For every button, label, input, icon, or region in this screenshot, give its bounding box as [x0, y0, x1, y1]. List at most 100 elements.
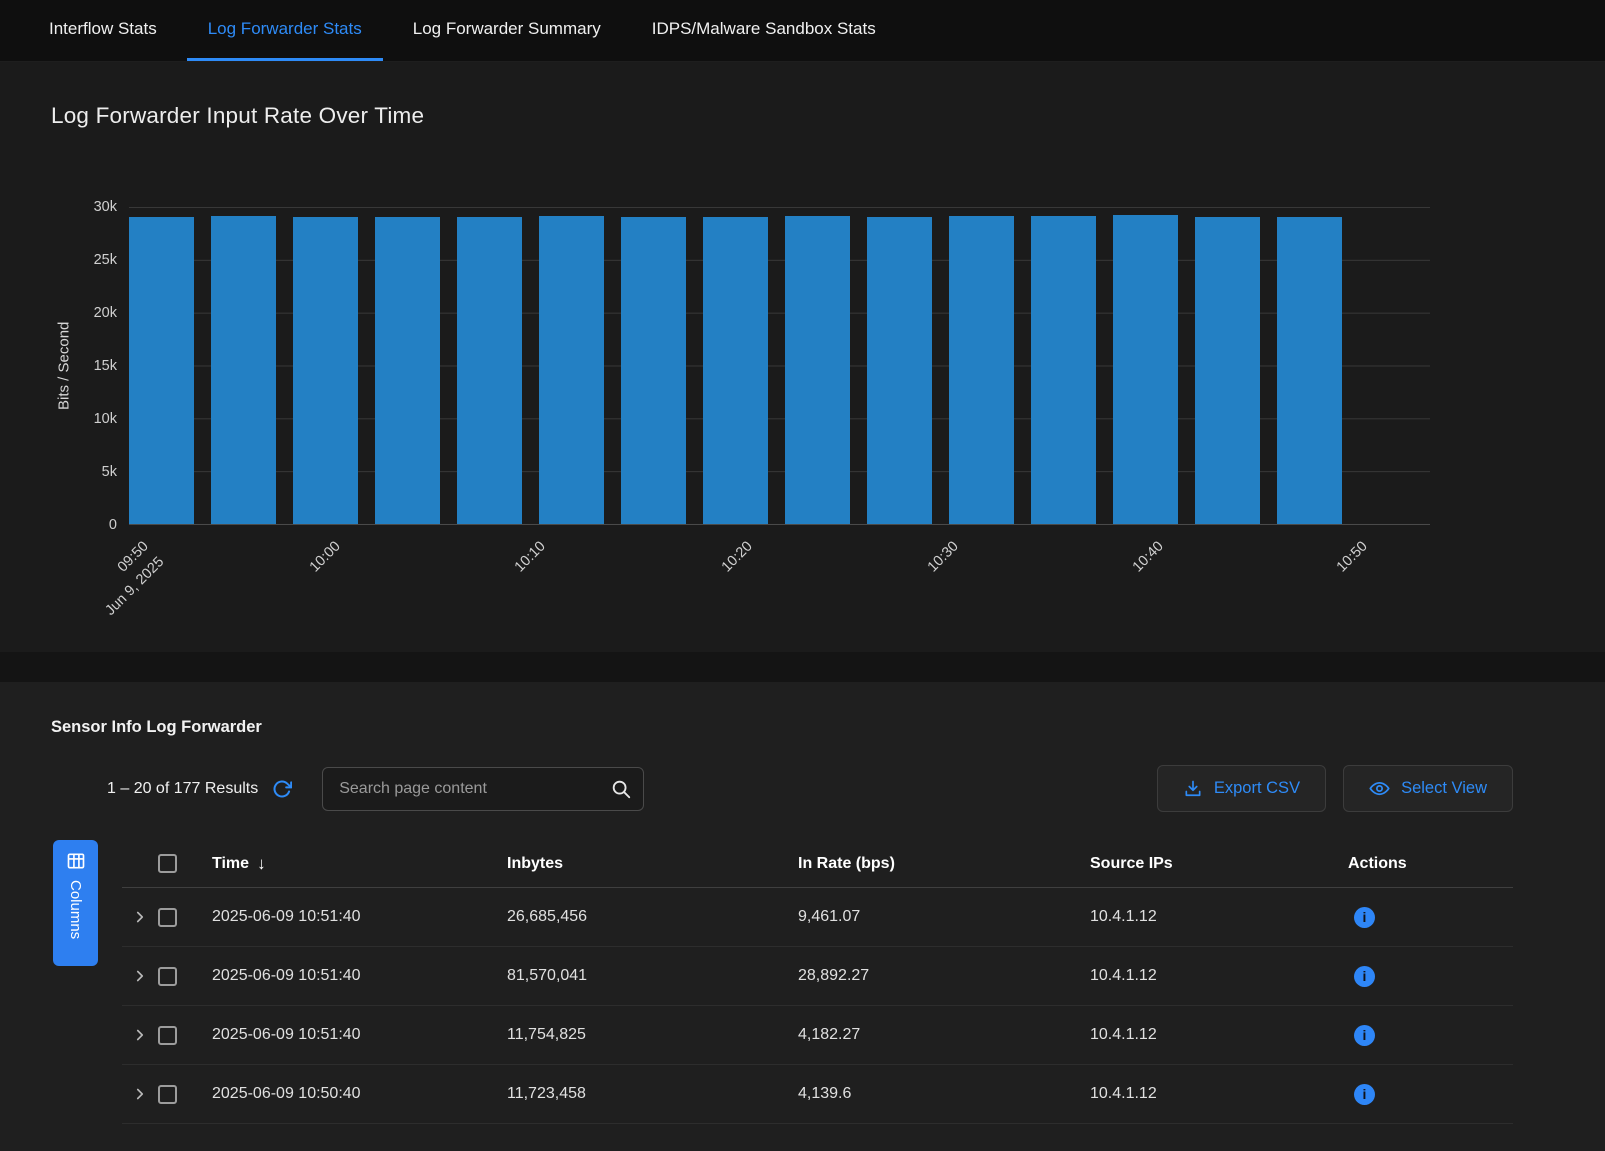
cell-source-ips: 10.4.1.12 — [1090, 967, 1348, 985]
table-row: 2025-06-09 10:51:40 81,570,041 28,892.27… — [122, 947, 1513, 1006]
bar — [867, 217, 932, 524]
info-icon[interactable] — [1354, 1084, 1375, 1105]
y-tick-label: 0 — [109, 517, 117, 533]
cell-in-rate: 9,461.07 — [798, 908, 1090, 926]
tab-log-forwarder-summary[interactable]: Log Forwarder Summary — [392, 0, 622, 61]
row-checkbox[interactable] — [158, 908, 177, 927]
bar — [293, 217, 358, 524]
cell-time: 2025-06-09 10:51:40 — [212, 967, 507, 985]
x-tick-label: 10:50 — [1252, 537, 1373, 652]
search-icon[interactable] — [610, 778, 632, 800]
table-row: 2025-06-09 10:51:40 26,685,456 9,461.07 … — [122, 888, 1513, 947]
cell-in-rate: 4,139.6 — [798, 1085, 1090, 1103]
plot-column: 09:50 Jun 9, 202510:0010:1010:2010:3010:… — [129, 207, 1430, 652]
table-row: 2025-06-09 10:50:40 11,723,458 4,139.6 1… — [122, 1065, 1513, 1124]
expand-chevron-icon[interactable] — [122, 908, 158, 926]
sensor-info-panel: Sensor Info Log Forwarder 1 – 20 of 177 … — [0, 682, 1605, 1151]
header-in-rate[interactable]: In Rate (bps) — [798, 855, 1090, 873]
y-tick-label: 10k — [94, 411, 117, 427]
row-checkbox[interactable] — [158, 1085, 177, 1104]
table-header-row: Time Inbytes In Rate (bps) Source IPs Ac… — [122, 840, 1513, 888]
bar — [703, 217, 768, 524]
info-icon[interactable] — [1354, 966, 1375, 987]
info-icon[interactable] — [1354, 1025, 1375, 1046]
chart-title: Log Forwarder Input Rate Over Time — [51, 102, 1430, 129]
y-tick-label: 30k — [94, 199, 117, 215]
section-title: Sensor Info Log Forwarder — [51, 718, 1513, 737]
table-row: 2025-06-09 10:51:40 11,754,825 4,182.27 … — [122, 1006, 1513, 1065]
bar — [539, 216, 604, 524]
header-inbytes[interactable]: Inbytes — [507, 855, 798, 873]
y-tick-label: 5k — [102, 464, 117, 480]
tab-log-forwarder-stats[interactable]: Log Forwarder Stats — [187, 0, 383, 61]
table-toolbar: 1 – 20 of 177 Results — [107, 765, 1513, 812]
cell-in-rate: 28,892.27 — [798, 967, 1090, 985]
search-box — [322, 767, 644, 811]
chart-panel: Log Forwarder Input Rate Over Time Bits … — [0, 62, 1605, 652]
bar — [785, 216, 850, 524]
cell-time: 2025-06-09 10:51:40 — [212, 1026, 507, 1044]
cell-inbytes: 81,570,041 — [507, 967, 798, 985]
y-tick-label: 15k — [94, 358, 117, 374]
bar — [211, 216, 276, 524]
bar-plot — [129, 207, 1430, 525]
cell-source-ips: 10.4.1.12 — [1090, 1026, 1348, 1044]
bar — [621, 217, 686, 524]
header-time-label: Time — [212, 855, 249, 873]
cell-time: 2025-06-09 10:50:40 — [212, 1085, 507, 1103]
expand-chevron-icon[interactable] — [122, 1085, 158, 1103]
bar — [129, 217, 194, 524]
header-actions: Actions — [1348, 855, 1513, 873]
refresh-button[interactable] — [272, 779, 292, 799]
search-input[interactable] — [322, 767, 644, 811]
cell-source-ips: 10.4.1.12 — [1090, 1085, 1348, 1103]
tab-idps-malware-sandbox-stats[interactable]: IDPS/Malware Sandbox Stats — [631, 0, 897, 61]
cell-time: 2025-06-09 10:51:40 — [212, 908, 507, 926]
x-tick-label: 10:40 — [1048, 537, 1169, 652]
results-count: 1 – 20 of 177 Results — [107, 780, 258, 798]
bar-plot-bars — [129, 207, 1430, 524]
columns-button[interactable]: Columns — [53, 840, 98, 966]
eye-icon — [1369, 778, 1390, 799]
table-grid-icon — [66, 851, 86, 871]
bar — [1113, 215, 1178, 524]
x-tick-label: 10:10 — [430, 537, 551, 652]
x-axis: 09:50 Jun 9, 202510:0010:1010:2010:3010:… — [129, 525, 1430, 652]
select-view-button[interactable]: Select View — [1343, 765, 1513, 812]
tab-interflow-stats[interactable]: Interflow Stats — [28, 0, 178, 61]
sensor-table: Time Inbytes In Rate (bps) Source IPs Ac… — [122, 840, 1513, 1124]
bar — [457, 217, 522, 524]
export-csv-button[interactable]: Export CSV — [1157, 765, 1326, 812]
header-time[interactable]: Time — [212, 854, 507, 874]
header-source-ips[interactable]: Source IPs — [1090, 855, 1348, 873]
expand-chevron-icon[interactable] — [122, 967, 158, 985]
bar — [1031, 216, 1096, 524]
info-icon[interactable] — [1354, 907, 1375, 928]
select-view-label: Select View — [1401, 779, 1487, 798]
bar — [1277, 217, 1342, 524]
y-tick-label: 20k — [94, 305, 117, 321]
x-tick-label: 09:50 Jun 9, 2025 — [33, 537, 170, 652]
expand-chevron-icon[interactable] — [122, 1026, 158, 1044]
cell-inbytes: 26,685,456 — [507, 908, 798, 926]
panel-divider — [0, 652, 1605, 682]
select-all-checkbox[interactable] — [158, 854, 177, 873]
refresh-icon — [272, 779, 292, 799]
x-tick-label: 10:20 — [637, 537, 758, 652]
x-tick-label: 10:00 — [225, 537, 346, 652]
input-rate-chart: Bits / Second 30k25k20k15k10k5k0 09:50 J… — [51, 207, 1430, 652]
row-checkbox[interactable] — [158, 967, 177, 986]
export-csv-label: Export CSV — [1214, 779, 1300, 798]
x-tick-label: 10:30 — [843, 537, 964, 652]
cell-inbytes: 11,754,825 — [507, 1026, 798, 1044]
cell-in-rate: 4,182.27 — [798, 1026, 1090, 1044]
tab-bar: Interflow Stats Log Forwarder Stats Log … — [0, 0, 1605, 62]
y-tick-label: 25k — [94, 252, 117, 268]
sort-desc-icon — [257, 854, 266, 874]
columns-button-label: Columns — [67, 880, 84, 939]
y-axis-title: Bits / Second — [51, 207, 77, 525]
row-checkbox[interactable] — [158, 1026, 177, 1045]
y-axis-labels: 30k25k20k15k10k5k0 — [77, 207, 129, 525]
cell-inbytes: 11,723,458 — [507, 1085, 798, 1103]
bar — [375, 217, 440, 524]
